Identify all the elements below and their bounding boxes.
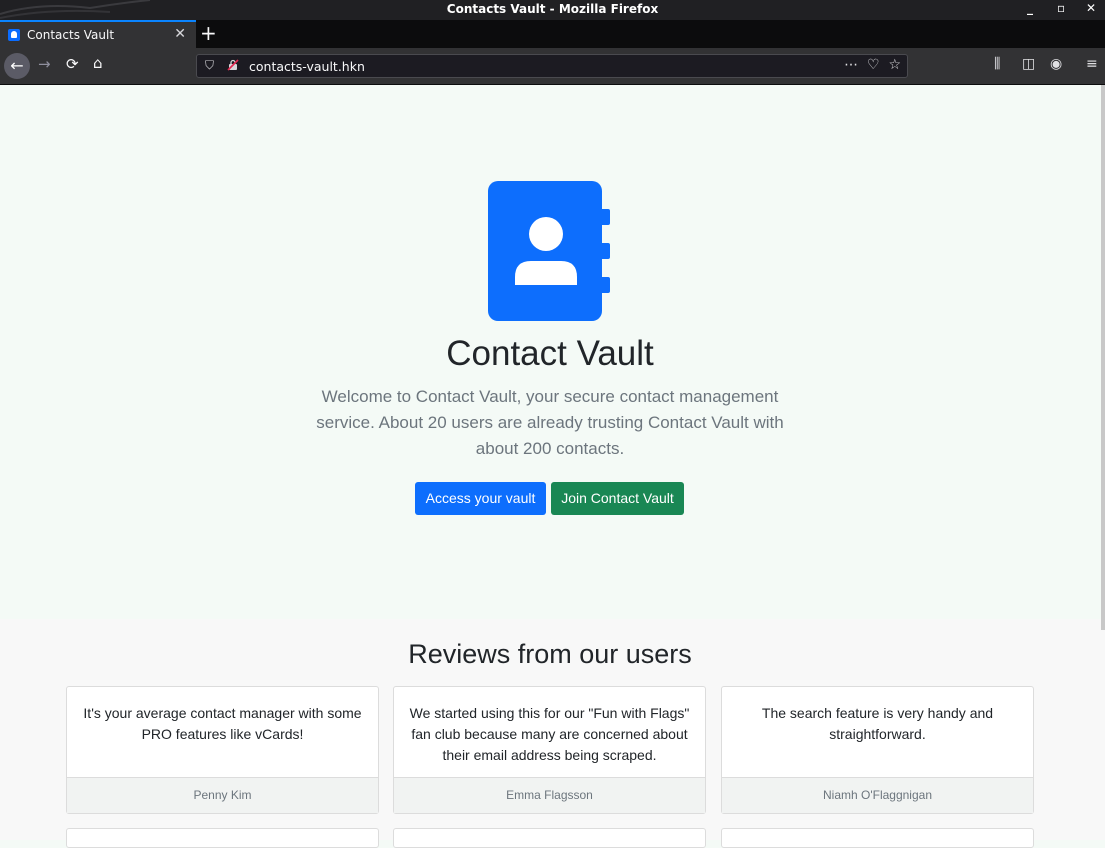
review-card-partial	[721, 828, 1034, 848]
contacts-favicon-icon	[8, 29, 20, 41]
close-window-icon[interactable]: ✕	[1086, 1, 1096, 15]
hero-description: Welcome to Contact Vault, your secure co…	[316, 387, 784, 458]
review-author: Penny Kim	[67, 777, 378, 813]
tab-contacts-vault[interactable]: Contacts Vault ✕	[0, 20, 196, 48]
insecure-connection-icon[interactable]	[227, 59, 239, 71]
review-text: The search feature is very handy and str…	[761, 705, 994, 742]
new-tab-icon[interactable]: +	[200, 21, 217, 45]
url-bar-actions: ⋯ ♡ ☆	[844, 57, 901, 73]
contact-book-icon	[488, 181, 610, 321]
maximize-icon[interactable]: ▫	[1057, 1, 1065, 15]
tab-strip: Contacts Vault ✕ +	[0, 20, 1105, 48]
tab-label: Contacts Vault	[27, 28, 115, 42]
back-icon[interactable]: ←	[4, 53, 30, 79]
sidebar-icon[interactable]: ◫	[1022, 56, 1035, 72]
navigation-bar: ← → ⟳ ⌂ ⛉ contacts-vault.hkn ⋯ ♡ ☆ ⫼ ◫ ◉…	[0, 48, 1105, 85]
reviews-title: Reviews from our users	[408, 639, 692, 669]
review-card: It's your average contact manager with s…	[66, 686, 379, 814]
close-tab-icon[interactable]: ✕	[174, 26, 186, 42]
forward-icon[interactable]: →	[38, 55, 51, 73]
page-actions-icon[interactable]: ⋯	[844, 57, 858, 73]
url-bar[interactable]: ⛉ contacts-vault.hkn ⋯ ♡ ☆	[196, 54, 908, 78]
window-titlebar: Contacts Vault - Mozilla Firefox _ ▫ ✕	[0, 0, 1105, 20]
home-icon[interactable]: ⌂	[93, 54, 103, 72]
url-text[interactable]: contacts-vault.hkn	[249, 59, 365, 74]
review-card-partial	[66, 828, 379, 848]
review-card-partial	[393, 828, 706, 848]
account-icon[interactable]: ◉	[1050, 56, 1062, 72]
review-card: We started using this for our "Fun with …	[393, 686, 706, 814]
access-vault-button[interactable]: Access your vault	[415, 482, 546, 515]
review-text: We started using this for our "Fun with …	[409, 705, 690, 763]
tracking-protection-icon[interactable]: ⛉	[205, 58, 214, 73]
minimize-icon[interactable]: _	[1027, 1, 1033, 15]
bookmark-star-icon[interactable]: ☆	[888, 57, 901, 73]
review-author: Emma Flagsson	[394, 777, 705, 813]
menu-icon[interactable]: ≡	[1086, 56, 1098, 72]
page-title: Contact Vault	[446, 334, 654, 373]
pocket-icon[interactable]: ♡	[867, 57, 880, 73]
review-card: The search feature is very handy and str…	[721, 686, 1034, 814]
window-title: Contacts Vault - Mozilla Firefox	[446, 2, 659, 16]
reload-icon[interactable]: ⟳	[66, 55, 79, 73]
page-scrollbar[interactable]	[1101, 85, 1105, 630]
join-vault-button[interactable]: Join Contact Vault	[551, 482, 684, 515]
review-text: It's your average contact manager with s…	[83, 705, 362, 742]
library-icon[interactable]: ⫼	[994, 56, 1000, 72]
review-author: Niamh O'Flaggnigan	[722, 777, 1033, 813]
